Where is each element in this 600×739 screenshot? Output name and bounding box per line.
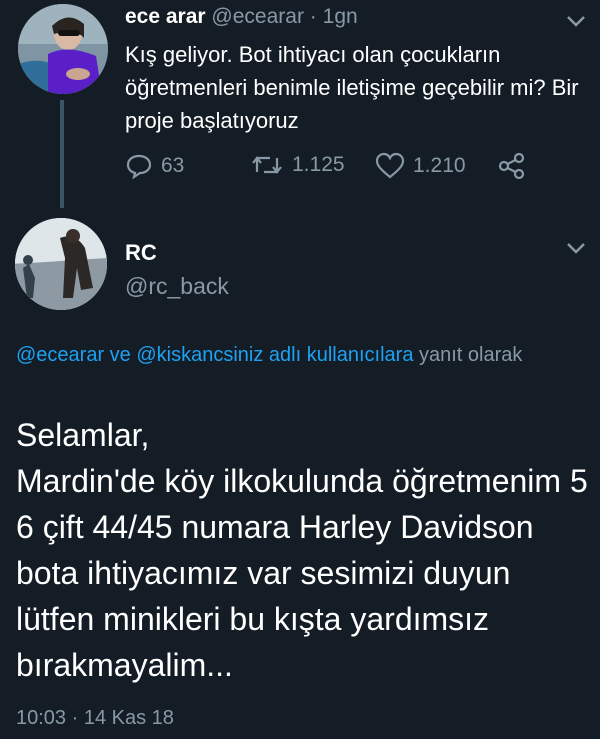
like-count: 1.210 (413, 154, 466, 177)
avatar-photo-icon (15, 218, 107, 310)
share-icon (498, 152, 525, 180)
tweet1-time[interactable]: 1gn (323, 5, 358, 28)
reply-mentions-suffix[interactable]: adlı kullanıcılara (263, 344, 414, 366)
tweet1-author-handle[interactable]: @ecearar (211, 5, 304, 28)
share-button[interactable] (497, 152, 535, 180)
tweet1-separator: · (309, 5, 317, 28)
avatar-photo-icon (18, 4, 108, 94)
reply-icon (126, 154, 152, 180)
tweet2-author-handle[interactable]: @rc_back (125, 273, 229, 300)
tweet2-text: Selamlar, Mardin'de köy ilkokulunda öğre… (16, 417, 588, 683)
tweet1-text: Kış geliyor. Bot ihtiyacı olan çocukları… (125, 42, 579, 133)
reply-button[interactable]: 63 (125, 152, 184, 180)
tweet2-timestamp[interactable]: 10:03 · 14 Kas 18 (16, 707, 174, 730)
tweet1-author-name[interactable]: ece arar (125, 5, 206, 28)
tweet1-header: ece arar @ecearar · 1gn (125, 5, 358, 29)
retweet-count: 1.125 (292, 153, 345, 176)
avatar-ece-arar[interactable] (18, 4, 108, 94)
like-button[interactable]: 1.210 (375, 152, 466, 180)
retweet-button[interactable]: 1.125 (250, 152, 345, 178)
tweet1-actions: 63 1.125 1.210 (125, 152, 545, 184)
avatar-rc[interactable] (15, 218, 107, 310)
reply-label: yanıt olarak (413, 344, 523, 366)
like-icon (375, 152, 405, 179)
reply-count: 63 (161, 154, 185, 177)
chevron-down-icon[interactable] (565, 240, 587, 256)
retweet-icon (252, 156, 282, 174)
tweet2-author-name[interactable]: RC (125, 240, 157, 266)
reply-mentions[interactable]: @ecearar ve @kiskancsiniz (16, 344, 263, 366)
replying-to: @ecearar ve @kiskancsiniz adlı kullanıcı… (16, 340, 596, 371)
thread-line (60, 100, 64, 208)
chevron-down-icon[interactable] (565, 13, 587, 29)
